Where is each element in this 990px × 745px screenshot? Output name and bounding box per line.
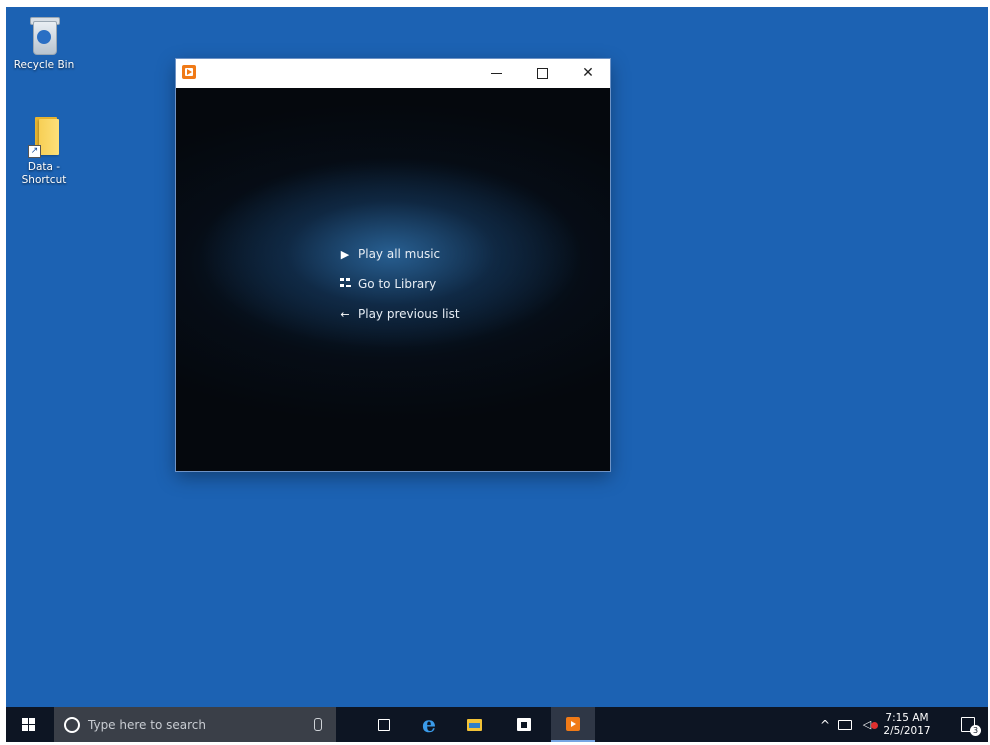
maximize-icon (536, 67, 548, 79)
desktop-icon-recycle-bin[interactable]: Recycle Bin (6, 13, 82, 72)
windows-media-player-icon (182, 65, 196, 79)
minimize-button[interactable] (473, 59, 519, 88)
edge-taskbar-button[interactable]: e (411, 707, 447, 742)
microphone-icon[interactable] (314, 718, 322, 731)
file-explorer-icon (466, 718, 482, 731)
play-all-music-link[interactable]: ▶ Play all music (332, 239, 460, 269)
clock-time: 7:15 AM (885, 711, 929, 724)
volume-tray-button[interactable]: ◁ (856, 707, 878, 742)
windows-media-player-icon (566, 716, 580, 731)
maximize-button[interactable] (519, 59, 565, 88)
media-player-taskbar-button[interactable] (551, 707, 595, 742)
menu-item-label: Play previous list (358, 307, 460, 321)
go-to-library-link[interactable]: Go to Library (332, 269, 460, 299)
clock-date: 2/5/2017 (883, 724, 931, 737)
menu-item-label: Go to Library (358, 277, 437, 291)
show-hidden-icons-button[interactable]: ^ (816, 707, 834, 742)
chevron-up-icon: ^ (819, 717, 831, 732)
library-icon (332, 277, 358, 291)
start-button[interactable] (6, 707, 50, 742)
title-bar[interactable]: ✕ (176, 59, 610, 88)
cortana-icon (64, 716, 80, 733)
desktop-icon-label: Data - (27, 161, 61, 173)
quick-actions-menu: ▶ Play all music Go to Library ← Play pr… (332, 239, 460, 329)
edge-icon: e (422, 711, 436, 738)
play-previous-list-link[interactable]: ← Play previous list (332, 299, 460, 329)
desktop-icon-label: Recycle Bin (13, 59, 75, 71)
action-center-button[interactable]: 3 (950, 707, 986, 742)
desktop-icon-data-shortcut[interactable]: ↗ Data - Shortcut (6, 115, 82, 187)
back-arrow-icon: ← (340, 307, 350, 321)
search-box[interactable]: Type here to search (54, 707, 336, 742)
volume-muted-icon: ◁ (863, 718, 878, 731)
search-placeholder: Type here to search (88, 717, 206, 732)
menu-item-label: Play all music (358, 247, 441, 261)
play-icon: ▶ (340, 247, 350, 261)
taskbar: Type here to search e ^ ◁ 7:15 AM 2/5/20… (6, 707, 988, 742)
windows-logo-icon (21, 718, 35, 731)
close-icon: ✕ (582, 65, 594, 81)
desktop: Recycle Bin ↗ Data - Shortcut ✕ ▶ Play a… (6, 7, 988, 742)
minimize-icon (490, 72, 502, 74)
task-view-button[interactable] (366, 707, 402, 742)
now-playing-area: ▶ Play all music Go to Library ← Play pr… (176, 88, 610, 471)
desktop-icon-label-line2: Shortcut (21, 174, 67, 186)
network-icon (838, 719, 852, 730)
clock-button[interactable]: 7:15 AM 2/5/2017 (882, 707, 932, 742)
store-taskbar-button[interactable] (506, 707, 542, 742)
store-icon (517, 718, 531, 731)
media-player-window: ✕ ▶ Play all music Go to Library ← Play … (176, 59, 610, 471)
file-explorer-taskbar-button[interactable] (456, 707, 492, 742)
recycle-bin-icon (25, 13, 63, 57)
folder-shortcut-icon: ↗ (25, 115, 63, 159)
task-view-icon (378, 718, 390, 731)
network-tray-button[interactable] (834, 707, 856, 742)
close-button[interactable]: ✕ (565, 59, 611, 88)
action-center-icon: 3 (961, 717, 981, 736)
notification-count-badge: 3 (970, 725, 981, 736)
